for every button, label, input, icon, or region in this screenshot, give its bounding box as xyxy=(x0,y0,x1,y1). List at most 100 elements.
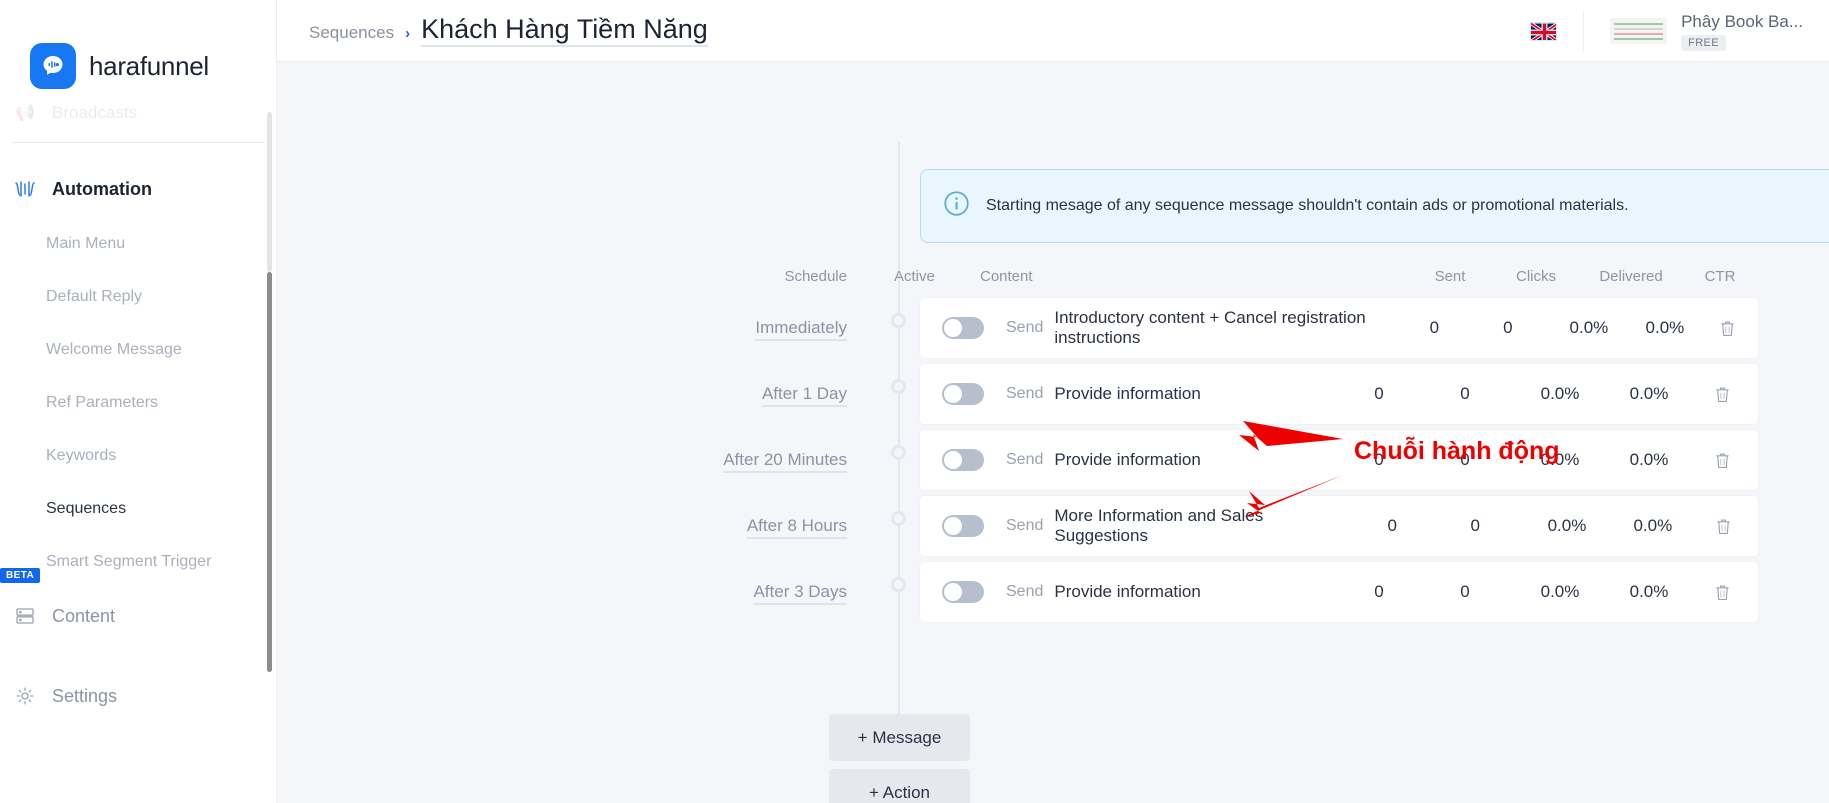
row-schedule[interactable]: Immediately xyxy=(277,318,872,341)
row-schedule[interactable]: After 8 Hours xyxy=(277,516,872,539)
info-circle-icon xyxy=(943,190,970,222)
sidebar-scrollbar-thumb-outer[interactable] xyxy=(267,112,272,272)
beta-badge: BETA xyxy=(0,568,41,583)
row-clicks: 0 xyxy=(1460,384,1470,403)
table-row: After 1 Day Send Provide information 0 0… xyxy=(277,361,1829,427)
row-content-title[interactable]: Provide information xyxy=(1054,384,1336,404)
sidebar-item-main-menu[interactable]: Main Menu xyxy=(0,217,277,270)
column-header-active: Active xyxy=(894,267,935,285)
add-action-button[interactable]: + Action xyxy=(829,769,970,803)
row-card: Send More Information and Sales Suggesti… xyxy=(920,496,1758,556)
brand-name: harafunnel xyxy=(89,50,209,81)
row-active-toggle[interactable] xyxy=(942,581,984,603)
chevron-right-icon: › xyxy=(405,25,411,43)
row-content-title[interactable]: More Information and Sales Suggestions xyxy=(1054,506,1350,546)
sequence-table: Schedule Active Content Sent Clicks Deli… xyxy=(277,257,1829,625)
sidebar-item-welcome-message[interactable]: Welcome Message xyxy=(0,323,277,376)
row-send-label: Send xyxy=(1006,385,1044,402)
trash-icon[interactable] xyxy=(1686,583,1758,602)
row-sent: 0 xyxy=(1374,582,1384,601)
brand[interactable]: harafunnel xyxy=(0,0,277,96)
topbar: Sequences › Khách Hàng Tiềm Năng Phây Bo… xyxy=(277,0,1829,62)
topbar-divider xyxy=(1583,11,1585,51)
row-clicks: 0 xyxy=(1503,318,1513,337)
row-card: Send Provide information 0 0 0.0% 0.0% xyxy=(920,562,1758,622)
sidebar-scrollbar[interactable] xyxy=(267,0,272,803)
sidebar-item-welcome-message-label: Welcome Message xyxy=(46,340,182,358)
row-ctr: 0.0% xyxy=(1629,582,1669,601)
row-schedule[interactable]: After 1 Day xyxy=(277,384,872,407)
row-content-title[interactable]: Provide information xyxy=(1054,450,1336,470)
sidebar: harafunnel 📢 Broadcasts Automation Main … xyxy=(0,0,277,803)
row-content-title[interactable]: Introductory content + Cancel registrati… xyxy=(1054,308,1397,348)
column-header-content: Content xyxy=(980,267,1033,285)
info-banner-text: Starting mesage of any sequence message … xyxy=(986,197,1629,214)
row-ctr: 0.0% xyxy=(1629,384,1669,403)
row-schedule[interactable]: After 20 Minutes xyxy=(277,450,872,473)
row-active-toggle[interactable] xyxy=(942,383,984,405)
sidebar-item-ref-parameters-label: Ref Parameters xyxy=(46,393,159,411)
sidebar-item-keywords[interactable]: Keywords xyxy=(0,429,277,482)
row-delivered: 0.0% xyxy=(1540,384,1580,403)
row-delivered: 0.0% xyxy=(1569,318,1609,337)
row-active-toggle[interactable] xyxy=(942,317,984,339)
breadcrumb-sequences-link[interactable]: Sequences xyxy=(309,23,394,43)
sidebar-item-default-reply[interactable]: Default Reply xyxy=(0,270,277,323)
row-ctr: 0.0% xyxy=(1645,318,1685,337)
table-row: After 8 Hours Send More Information and … xyxy=(277,493,1829,559)
row-sent: 0 xyxy=(1374,384,1384,403)
trash-icon[interactable] xyxy=(1689,517,1758,536)
avatar xyxy=(1610,18,1668,44)
breadcrumb: Sequences › Khách Hàng Tiềm Năng xyxy=(277,15,708,47)
column-header-clicks: Clicks xyxy=(1516,267,1556,285)
status-badge: FREE xyxy=(1681,34,1727,51)
account-name: Phây Book Ba... xyxy=(1681,11,1803,31)
content-icon xyxy=(12,606,38,626)
sidebar-item-ref-parameters[interactable]: Ref Parameters xyxy=(0,376,277,429)
sidebar-item-default-reply-label: Default Reply xyxy=(46,287,143,305)
sidebar-scrollbar-thumb[interactable] xyxy=(267,272,272,672)
page-title: Khách Hàng Tiềm Năng xyxy=(421,15,708,47)
row-ctr: 0.0% xyxy=(1629,450,1669,469)
row-active-toggle[interactable] xyxy=(942,449,984,471)
row-schedule[interactable]: After 3 Days xyxy=(277,582,872,605)
sidebar-item-smart-segment-trigger[interactable]: Smart Segment Trigger BETA xyxy=(0,535,277,588)
gear-icon xyxy=(12,686,38,706)
row-delivered: 0.0% xyxy=(1547,516,1587,535)
sidebar-item-content[interactable]: Content xyxy=(0,588,277,644)
row-content-title[interactable]: Provide information xyxy=(1054,582,1336,602)
sidebar-item-sequences-label: Sequences xyxy=(46,499,127,517)
sidebar-item-sequences[interactable]: Sequences xyxy=(0,482,277,535)
sidebar-item-broadcasts-label: Broadcasts xyxy=(52,103,138,122)
row-schedule-label: After 8 Hours xyxy=(746,516,847,539)
column-header-ctr: CTR xyxy=(1704,267,1736,285)
trash-icon[interactable] xyxy=(1686,385,1758,404)
row-send-label: Send xyxy=(1006,319,1044,336)
megaphone-icon: 📢 xyxy=(15,105,35,122)
row-delivered: 0.0% xyxy=(1540,582,1580,601)
row-card: Send Provide information 0 0 0.0% 0.0% xyxy=(920,364,1758,424)
row-card: Send Introductory content + Cancel regis… xyxy=(920,298,1758,358)
main-area: Sequences › Khách Hàng Tiềm Năng Phây Bo… xyxy=(277,0,1829,803)
sidebar-nav: 📢 Broadcasts Automation Main Menu Defaul… xyxy=(0,96,277,803)
add-buttons: + Message + Action xyxy=(829,714,970,803)
trash-icon[interactable] xyxy=(1686,451,1758,470)
account-menu[interactable]: Phây Book Ba... FREE xyxy=(1610,12,1803,51)
row-active-toggle[interactable] xyxy=(942,515,984,537)
add-message-button[interactable]: + Message xyxy=(829,714,970,761)
annotation-label: Chuỗi hành động xyxy=(1354,437,1560,465)
sidebar-group-automation[interactable]: Automation xyxy=(0,161,277,217)
row-schedule-label: After 1 Day xyxy=(761,384,847,407)
uk-flag-icon[interactable] xyxy=(1530,21,1558,41)
topbar-right: Phây Book Ba... FREE xyxy=(1530,0,1829,62)
row-send-label: Send xyxy=(1006,517,1044,534)
trash-icon[interactable] xyxy=(1697,319,1758,338)
row-schedule-label: After 20 Minutes xyxy=(723,450,847,473)
row-send-label: Send xyxy=(1006,583,1044,600)
table-row: Immediately Send Introductory content + … xyxy=(277,295,1829,361)
column-header-delivered: Delivered xyxy=(1599,267,1663,285)
sidebar-item-broadcasts[interactable]: 📢 Broadcasts xyxy=(0,96,277,130)
row-send-label: Send xyxy=(1006,451,1044,468)
sidebar-item-settings[interactable]: Settings xyxy=(0,668,277,724)
sidebar-item-content-label: Content xyxy=(52,605,116,626)
